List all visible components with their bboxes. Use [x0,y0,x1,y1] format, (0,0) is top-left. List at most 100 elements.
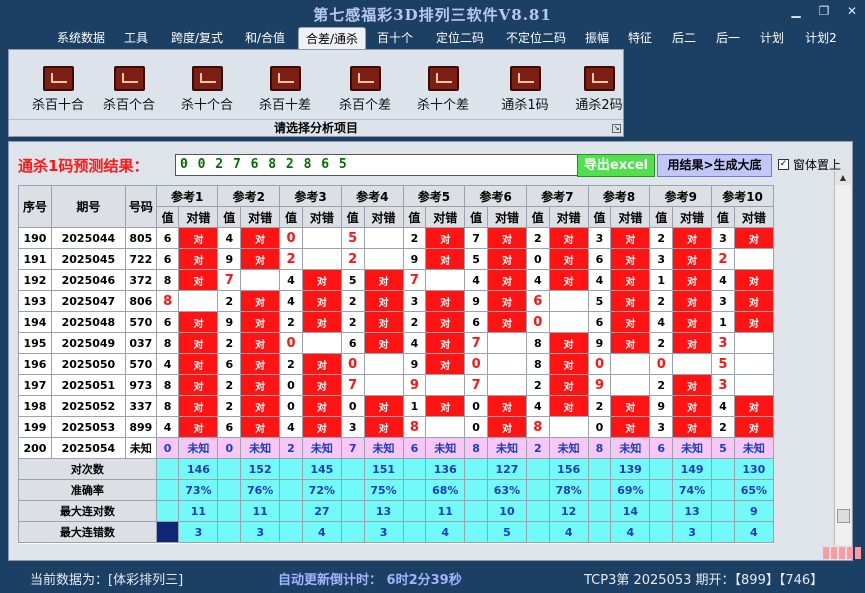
menu-item-2[interactable]: 工具 [117,27,155,49]
header-value: 值 [279,206,303,228]
row-no: 193 [18,290,52,312]
ref-value: 9 [649,395,674,417]
ref-correct-mark: 对 [178,353,219,375]
stats-spacer [464,500,488,522]
stats-label: 最大连对数 [18,500,157,522]
ref-value: 3 [587,227,612,249]
menu-item-14[interactable]: 计划2 [797,27,845,49]
stats-value: 9 [733,500,774,522]
ref-correct-mark: 对 [610,416,651,438]
row-code: 806 [124,290,157,312]
stats-value: 4 [733,521,774,543]
stats-spacer [217,521,242,543]
stats-spacer [402,458,427,480]
stats-spacer [649,521,674,543]
menu-item-4[interactable]: 和/合值 [236,27,294,49]
menu-item-3[interactable]: 跨度/复式 [163,27,231,49]
ribbon-button-1[interactable]: 杀百十合 [20,66,96,118]
menu-item-7[interactable]: 定位二码 [429,27,491,49]
ref-value: 8 [155,290,180,312]
ribbon-button-label: 通杀1码 [501,98,549,113]
stats-spacer [340,521,365,543]
ref-value: 3 [340,416,365,438]
generate-base-button[interactable]: 用结果>生成大底 [657,154,772,177]
ref-value: 7 [340,437,365,459]
menu-item-9[interactable]: 振幅 [578,27,616,49]
ref-value: 3 [402,290,427,312]
stats-label: 最大连错数 [18,521,157,543]
ref-empty-cell [672,353,713,375]
ref-value: 3 [649,416,674,438]
ribbon-button-7[interactable]: 通杀1码 [487,66,563,118]
ref-empty-cell [733,248,774,270]
ribbon-button-2[interactable]: 杀百个合 [91,66,167,118]
header-value: 值 [587,206,612,228]
vertical-scrollbar[interactable]: ▲ [834,171,851,545]
update-countdown: 自动更新倒计时： 6时2分39秒 [278,573,462,588]
row-no: 197 [18,374,52,396]
ref-correct-mark: 对 [240,374,281,396]
stats-value: 12 [548,500,589,522]
table-row: 191 2025045 722 6 对 9 对 2 2 9 对 5 对 0 对 6 对 3 对 2 [18,248,774,270]
ribbon-button-4[interactable]: 杀百十差 [247,66,323,118]
menu-item-1[interactable]: 系统数据 [50,27,112,49]
stats-spacer [340,458,365,480]
topmost-checkbox[interactable]: ✓ 窗体置上 [778,156,841,173]
header-ref-1: 参考1 [155,185,219,207]
ref-correct-mark: 对 [486,290,528,312]
ref-value: 4 [279,416,303,438]
menu-item-11[interactable]: 后二 [665,27,703,49]
stats-spacer [217,458,242,480]
stats-value: 152 [240,458,281,480]
window-controls: ▁ ❐ ✕ [789,4,859,18]
ref-value: 7 [464,374,488,396]
checkbox-icon[interactable]: ✓ [778,159,789,170]
ribbon-button-6[interactable]: 杀十个差 [405,66,481,118]
ref-value: 2 [279,353,303,375]
ref-correct-mark: 对 [425,311,466,333]
scroll-up-icon[interactable]: ▲ [835,171,851,185]
stats-value: 11 [178,500,219,522]
menu-bar: 系统数据 工具 跨度/复式 和/合值 合差/通杀 百十个 定位二码 不定位二码 振幅 特征 后二 后一… [0,27,865,49]
ref-correct-mark: 对 [672,395,713,417]
menu-item-8[interactable]: 不定位二码 [498,27,574,49]
ribbon-button-8[interactable]: 通杀2码 [561,66,637,118]
close-icon[interactable]: ✕ [845,4,859,18]
ribbon-button-5[interactable]: 杀百个差 [327,66,403,118]
row-issue: 2025053 [50,416,126,438]
prediction-result-field[interactable]: 0 0 2 7 6 8 2 8 6 5 [175,154,578,176]
status-bar: 当前数据为：[体彩排列三] 自动更新倒计时： 6时2分39秒 TCP3第 202… [0,562,865,593]
current-data-label: 当前数据为：[体彩排列三] [30,573,184,588]
table-row: 197 2025051 973 8 对 2 对 0 对 7 9 7 2 对 9 2 对 3 [18,374,774,396]
maximize-icon[interactable]: ❐ [817,4,831,18]
menu-item-10[interactable]: 特征 [621,27,659,49]
ref-value: 1 [402,395,427,417]
menu-item-13[interactable]: 计划 [753,27,791,49]
export-excel-button[interactable]: 导出excel [577,154,655,177]
ref-empty-cell [610,374,651,396]
menu-item-12[interactable]: 后一 [709,27,747,49]
minimize-icon[interactable]: ▁ [789,4,803,18]
stats-value: 13 [672,500,713,522]
ref-empty-cell [486,353,528,375]
stats-spacer [587,458,612,480]
menu-item-6[interactable]: 百十个 [371,27,419,49]
ref-value: 2 [711,416,735,438]
ref-value: 6 [217,416,242,438]
ribbon-button-3[interactable]: 杀十个合 [169,66,245,118]
ref-value: 0 [279,227,303,249]
pending-row: 200 2025054 未知 0 未知 0 未知 2 未知 7 未知 6 未知 8 未知 2 未知 8 未知 6 未知 5… [18,437,774,459]
menu-item-5[interactable]: 合差/通杀 [298,27,366,49]
header-ref-6: 参考6 [464,185,527,207]
header-value: 值 [155,206,180,228]
ref-empty-cell [363,353,404,375]
table-row: 199 2025053 899 4 对 6 对 4 对 3 对 8 0 对 8 0 对 3 对 2 对 [18,416,774,438]
ref-value: 2 [340,248,365,270]
ref-correct-mark: 对 [548,374,589,396]
stats-value: 10 [486,500,528,522]
ribbon-expand-icon[interactable]: ↘ [612,124,621,133]
stats-spacer [279,479,303,501]
header-ref-10: 参考10 [711,185,774,207]
scroll-thumb[interactable] [837,509,850,523]
stats-value: 27 [301,500,342,522]
